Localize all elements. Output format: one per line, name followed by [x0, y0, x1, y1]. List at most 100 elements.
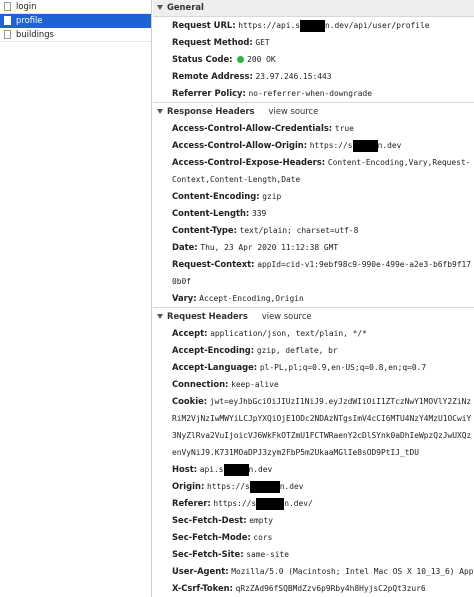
header-row: Access-Control-Expose-Headers: Content-E…: [153, 154, 474, 188]
header-name: Content-Encoding:: [172, 191, 260, 201]
header-value: same-site: [246, 550, 289, 559]
header-value: https://s: [309, 141, 353, 150]
header-value: cors: [253, 533, 273, 542]
header-name: Accept-Encoding:: [172, 345, 255, 355]
header-value: n.dev: [377, 141, 402, 150]
status-dot-icon: [237, 56, 245, 63]
header-row: Request URL: https://api.s n.dev/api/user…: [153, 17, 474, 34]
header-value: https://s: [206, 482, 250, 491]
request-label: buildings: [16, 29, 54, 39]
section-title: Request Headers: [167, 311, 248, 321]
header-name: User-Agent:: [172, 566, 229, 576]
header-name: Accept:: [172, 328, 208, 338]
view-source-link[interactable]: view source: [269, 106, 319, 116]
header-value: qRzZAd96fSQBMdZzv6p9Rby4h8HyjsC2pQt3zur6: [235, 584, 426, 593]
header-row: Content-Length: 339: [153, 205, 474, 222]
header-value: pl-PL,pl;q=0.9,en-US;q=0.8,en;q=0.7: [259, 363, 427, 372]
header-value: gzip: [262, 192, 282, 201]
header-name: Cookie:: [172, 396, 208, 406]
header-row: Referrer Policy: no-referrer-when-downgr…: [153, 85, 474, 102]
header-row: Sec-Fetch-Mode: cors: [153, 529, 474, 546]
header-row: Cookie: jwt=eyJhbGciOiJIUzI1NiJ9.eyJzdWI…: [153, 393, 474, 461]
header-value: empty: [249, 516, 274, 525]
header-value: n.dev/api/user/profile: [325, 21, 430, 30]
header-row: Remote Address: 23.97.246.15:443: [153, 68, 474, 85]
request-item-profile[interactable]: profile: [0, 14, 151, 28]
header-name: Content-Type:: [172, 225, 237, 235]
view-source-link[interactable]: view source: [262, 311, 312, 321]
triangle-down-icon: [157, 314, 163, 319]
header-value: Mozilla/5.0 (Macintosh; Intel Mac OS X 1…: [231, 567, 474, 576]
redaction-block: [256, 497, 285, 510]
header-row: Referer: https://s n.dev/: [153, 495, 474, 512]
request-list: login profile buildings: [0, 0, 152, 597]
header-value: text/plain; charset=utf-8: [239, 226, 359, 235]
request-item-login[interactable]: login: [0, 0, 151, 14]
header-name: Sec-Fetch-Mode:: [172, 532, 251, 542]
header-name: Access-Control-Allow-Origin:: [172, 140, 308, 150]
header-value: https://s: [213, 499, 257, 508]
header-value: n.dev: [279, 482, 304, 491]
header-name: Connection:: [172, 379, 229, 389]
header-value: GET: [255, 38, 270, 47]
request-label: login: [16, 1, 37, 11]
header-value: no-referrer-when-downgrade: [248, 89, 373, 98]
header-value: Accept-Encoding,Origin: [199, 294, 304, 303]
header-row: Connection: keep-alive: [153, 376, 474, 393]
header-value: true: [334, 124, 354, 133]
request-rows: Accept: application/json, text/plain, */…: [153, 325, 474, 597]
header-row: Origin: https://s n.dev: [153, 478, 474, 495]
header-row: Vary: Accept-Encoding,Origin: [153, 290, 474, 307]
header-name: Sec-Fetch-Dest:: [172, 515, 247, 525]
document-icon: [4, 2, 11, 11]
header-name: Referer:: [172, 498, 211, 508]
triangle-down-icon: [157, 5, 163, 10]
header-row: Date: Thu, 23 Apr 2020 11:12:38 GMT: [153, 239, 474, 256]
redaction-block: [352, 139, 378, 152]
document-icon: [4, 16, 11, 25]
redaction-block: [249, 480, 280, 493]
response-headers-header[interactable]: Response Headers view source: [153, 103, 474, 120]
headers-panel: General Request URL: https://api.s n.dev/…: [153, 0, 474, 597]
redaction-block: [300, 19, 326, 32]
header-row: Accept: application/json, text/plain, */…: [153, 325, 474, 342]
header-value: n.dev: [248, 465, 273, 474]
header-name: Date:: [172, 242, 198, 252]
header-name: Sec-Fetch-Site:: [172, 549, 244, 559]
header-name: Request-Context:: [172, 259, 255, 269]
header-name: Content-Length:: [172, 208, 250, 218]
header-row: Accept-Language: pl-PL,pl;q=0.9,en-US;q=…: [153, 359, 474, 376]
header-value: keep-alive: [231, 380, 279, 389]
header-name: Referrer Policy:: [172, 88, 246, 98]
header-name: Status Code:: [172, 54, 233, 64]
header-row: X-Csrf-Token: qRzZAd96fSQBMdZzv6p9Rby4h8…: [153, 580, 474, 597]
section-title: General: [167, 2, 204, 12]
header-value: api.s: [199, 465, 224, 474]
header-row: Content-Type: text/plain; charset=utf-8: [153, 222, 474, 239]
header-value: https://api.s: [238, 21, 301, 30]
header-value: Thu, 23 Apr 2020 11:12:38 GMT: [200, 243, 339, 252]
section-title: Response Headers: [167, 106, 255, 116]
header-name: Remote Address:: [172, 71, 253, 81]
header-row: Accept-Encoding: gzip, deflate, br: [153, 342, 474, 359]
header-row: Status Code: 200 OK: [153, 51, 474, 68]
header-row: Request Method: GET: [153, 34, 474, 51]
header-row: Content-Encoding: gzip: [153, 188, 474, 205]
request-item-buildings[interactable]: buildings: [0, 28, 151, 42]
request-headers-header[interactable]: Request Headers view source: [153, 308, 474, 325]
header-row: Host: api.s n.dev: [153, 461, 474, 478]
header-name: Accept-Language:: [172, 362, 258, 372]
header-row: Sec-Fetch-Dest: empty: [153, 512, 474, 529]
header-value: application/json, text/plain, */*: [210, 329, 367, 338]
header-value: gzip, deflate, br: [256, 346, 338, 355]
header-name: Origin:: [172, 481, 205, 491]
header-row: Request-Context: appId=cid-v1:9ebf98c9-9…: [153, 256, 474, 290]
header-name: X-Csrf-Token:: [172, 583, 233, 593]
general-section-header[interactable]: General: [153, 0, 474, 17]
header-name: Access-Control-Expose-Headers:: [172, 157, 326, 167]
header-value: jwt=eyJhbGciOiJIUzI1NiJ9.eyJzdWIiOiI1ZTc…: [172, 397, 472, 457]
header-value: 339: [251, 209, 267, 218]
header-name: Access-Control-Allow-Credentials:: [172, 123, 333, 133]
header-value: 23.97.246.15:443: [255, 72, 332, 81]
request-label: profile: [16, 15, 43, 25]
